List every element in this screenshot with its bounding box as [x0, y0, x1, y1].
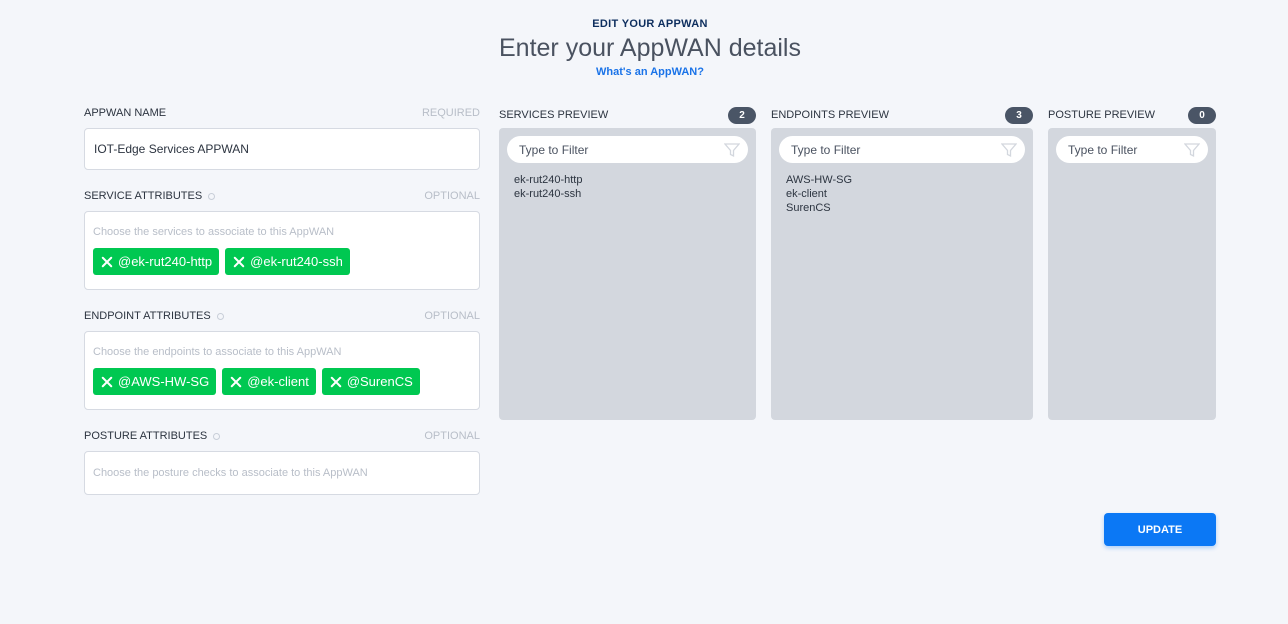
endpoint-placeholder: Choose the endpoints to associate to thi…	[93, 346, 342, 358]
required-hint: REQUIRED	[421, 107, 480, 119]
service-chip[interactable]: @ek-rut240-http	[93, 248, 220, 275]
list-item: ek-rut240-ssh	[514, 188, 582, 200]
endpoints-filter-input[interactable]: Type to Filter	[779, 136, 1025, 163]
remove-icon[interactable]	[330, 376, 342, 388]
filter-icon	[1001, 142, 1017, 158]
list-item: AWS-HW-SG	[786, 174, 852, 186]
posture-placeholder: Choose the posture checks to associate t…	[93, 467, 368, 479]
endpoints-preview: ENDPOINTS PREVIEW 3 Type to Filter AWS-H…	[771, 106, 1033, 420]
service-attributes-text: SERVICE ATTRIBUTES	[84, 190, 203, 202]
endpoints-label-row: ENDPOINT ATTRIBUTES OPTIONAL	[84, 309, 480, 323]
list-item: ek-rut240-http	[514, 174, 583, 186]
info-icon[interactable]	[213, 432, 221, 440]
endpoint-attributes-label: ENDPOINT ATTRIBUTES	[84, 310, 224, 322]
services-preview-panel: Type to Filter ek-rut240-http ek-rut240-…	[499, 128, 756, 420]
optional-hint: OPTIONAL	[424, 190, 480, 202]
services-preview-title: SERVICES PREVIEW	[499, 109, 609, 121]
services-label-row: SERVICE ATTRIBUTES OPTIONAL	[84, 189, 480, 203]
filter-placeholder: Type to Filter	[791, 142, 861, 157]
optional-hint: OPTIONAL	[424, 310, 480, 322]
filter-placeholder: Type to Filter	[1068, 142, 1138, 157]
service-attributes-select[interactable]: Choose the services to associate to this…	[84, 211, 480, 290]
services-filter-input[interactable]: Type to Filter	[507, 136, 748, 163]
page-title: Enter your AppWAN details	[499, 34, 801, 62]
filter-icon	[724, 142, 740, 158]
chip-label: @SurenCS	[346, 374, 413, 389]
name-label-row: APPWAN NAME REQUIRED	[84, 106, 480, 120]
endpoints-count-badge: 3	[1005, 106, 1033, 124]
chip-label: @ek-client	[247, 374, 309, 389]
services-preview-list: ek-rut240-http ek-rut240-ssh	[507, 173, 748, 201]
posture-preview: POSTURE PREVIEW 0 Type to Filter	[1048, 106, 1216, 420]
name-label: APPWAN NAME	[84, 107, 167, 119]
update-button[interactable]: UPDATE	[1104, 513, 1216, 546]
posture-attributes-label: POSTURE ATTRIBUTES	[84, 430, 221, 442]
services-preview: SERVICES PREVIEW 2 Type to Filter ek-rut…	[499, 106, 756, 420]
posture-preview-title: POSTURE PREVIEW	[1048, 109, 1155, 121]
appwan-name-input[interactable]: IOT-Edge Services APPWAN	[84, 128, 480, 170]
services-count-badge: 2	[728, 106, 756, 124]
remove-icon[interactable]	[101, 256, 113, 268]
endpoint-attributes-text: ENDPOINT ATTRIBUTES	[84, 310, 211, 322]
list-item: ek-client	[786, 188, 827, 200]
filter-icon	[1184, 142, 1200, 158]
info-icon[interactable]	[216, 312, 224, 320]
endpoint-chip[interactable]: @AWS-HW-SG	[93, 368, 217, 395]
info-icon[interactable]	[208, 192, 216, 200]
help-link[interactable]: What's an AppWAN?	[0, 66, 1288, 78]
chip-label: @ek-rut240-http	[118, 254, 213, 269]
posture-filter-input[interactable]: Type to Filter	[1056, 136, 1208, 163]
optional-hint: OPTIONAL	[424, 430, 480, 442]
posture-count-badge: 0	[1188, 106, 1216, 124]
posture-attributes-text: POSTURE ATTRIBUTES	[84, 430, 208, 442]
endpoint-chip[interactable]: @ek-client	[222, 368, 316, 395]
chip-label: @AWS-HW-SG	[118, 374, 210, 389]
appwan-form: APPWAN NAME REQUIRED IOT-Edge Services A…	[84, 106, 480, 495]
endpoints-preview-list: AWS-HW-SG ek-client SurenCS	[779, 173, 1025, 215]
remove-icon[interactable]	[233, 256, 245, 268]
header-eyebrow: EDIT YOUR APPWAN	[592, 18, 708, 30]
remove-icon[interactable]	[230, 376, 242, 388]
service-attributes-label: SERVICE ATTRIBUTES	[84, 190, 216, 202]
posture-attributes-select[interactable]: Choose the posture checks to associate t…	[84, 451, 480, 495]
remove-icon[interactable]	[101, 376, 113, 388]
endpoints-preview-panel: Type to Filter AWS-HW-SG ek-client Suren…	[771, 128, 1033, 420]
endpoints-preview-title: ENDPOINTS PREVIEW	[771, 109, 889, 121]
service-placeholder: Choose the services to associate to this…	[93, 226, 335, 238]
filter-placeholder: Type to Filter	[519, 142, 589, 157]
posture-label-row: POSTURE ATTRIBUTES OPTIONAL	[84, 429, 480, 443]
chip-label: @ek-rut240-ssh	[250, 254, 343, 269]
endpoint-attributes-select[interactable]: Choose the endpoints to associate to thi…	[84, 331, 480, 410]
service-chip[interactable]: @ek-rut240-ssh	[225, 248, 350, 275]
endpoint-chip[interactable]: @SurenCS	[321, 368, 420, 395]
list-item: SurenCS	[786, 202, 831, 214]
posture-preview-panel: Type to Filter	[1048, 128, 1216, 420]
